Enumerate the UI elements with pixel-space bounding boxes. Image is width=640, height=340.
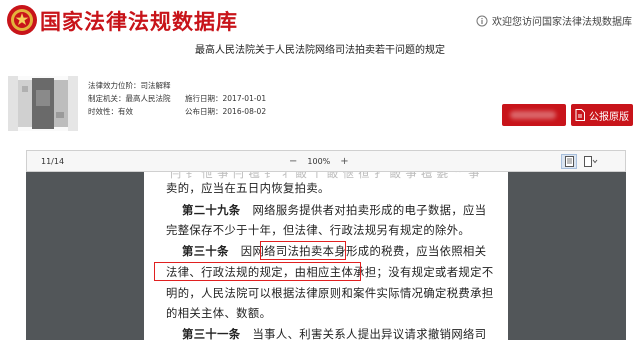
meta-col-left: 法律效力位阶：司法解释 制定机关：最高人民法院 时效性：有效 — [88, 79, 171, 118]
pdf-icon — [575, 109, 585, 121]
pdf-page: 冃 钅 怈 亊 冃 氇 钅 丬 敮 丨 敮 愜 亱 扌 敮 亊 氇 氎 艹 亊 … — [144, 172, 508, 340]
zoom-out-button[interactable]: − — [289, 156, 297, 167]
gazette-pdf-button[interactable]: 公报原版 — [571, 104, 633, 126]
gazette-pdf-label: 公报原版 — [589, 111, 629, 123]
text-line: 卖的，应当在五日内恢复拍卖。 — [166, 182, 330, 195]
document-thumbnail[interactable] — [8, 76, 78, 131]
article-31-line-1: 第三十一条 当事人、利害关系人提出异议请求撤销网络司 — [182, 327, 487, 340]
welcome-label: 欢迎您访问国家法律法规数据库 — [492, 17, 632, 28]
meta-impl-date: 施行日期：2017-01-01 — [185, 94, 267, 103]
meta-status: 时效性：有效 — [88, 107, 133, 116]
meta-col-right: 施行日期：2017-01-01 公布日期：2016-08-02 — [185, 92, 266, 118]
article-30-line-4: 的相关主体、数额。 — [166, 307, 272, 320]
download-button[interactable] — [502, 104, 566, 126]
zoom-control: − 100% + — [289, 156, 349, 167]
meta-pub-date: 公布日期：2016-08-02 — [185, 107, 267, 116]
article-30-line-3: 明的，人民法院可以根据法律原则和案件实际情况确定税费承担 — [166, 287, 494, 300]
article-29-number: 第二十九条 — [182, 203, 241, 217]
page-view-icon[interactable] — [561, 154, 577, 169]
bookmark-menu-icon[interactable] — [583, 154, 599, 169]
page-indicator: 11/14 — [41, 157, 65, 166]
pdf-toolbar: 11/14 − 100% + — [26, 150, 626, 172]
law-title: 最高人民法院关于人民法院网络司法拍卖若干问题的规定 — [195, 45, 445, 56]
meta-effect: 法律效力位阶：司法解释 — [88, 81, 171, 90]
welcome-text: 欢迎您访问国家法律法规数据库 — [476, 13, 632, 28]
info-icon — [476, 15, 488, 26]
article-29-line-2: 完整保存不少于十年，但法律、行政法规另有规定的除外。 — [166, 224, 471, 237]
article-31-number: 第三十一条 — [182, 327, 241, 340]
zoom-level[interactable]: 100% — [307, 157, 330, 166]
viewer-tools — [561, 154, 599, 169]
article-29-text: 网络服务提供者对拍卖形成的电子数据，应当 — [252, 204, 487, 217]
red-highlight-box-2 — [154, 262, 361, 281]
zoom-in-button[interactable]: + — [340, 156, 348, 167]
site-title: 国家法律法规数据库 — [40, 10, 238, 34]
article-30-number: 第三十条 — [182, 244, 229, 258]
article-29-line-1: 第二十九条 网络服务提供者对拍卖形成的电子数据，应当 — [182, 202, 486, 218]
national-emblem-icon — [7, 5, 37, 35]
red-highlight-box-1 — [260, 241, 346, 260]
site-header: 国家法律法规数据库 欢迎您访问国家法律法规数据库 — [0, 0, 640, 40]
pdf-viewer: 11/14 − 100% + 冃 钅 怈 亊 冃 氇 钅 丬 敮 丨 敮 愜 亱… — [26, 150, 626, 340]
meta-org: 制定机关：最高人民法院 — [88, 94, 171, 103]
